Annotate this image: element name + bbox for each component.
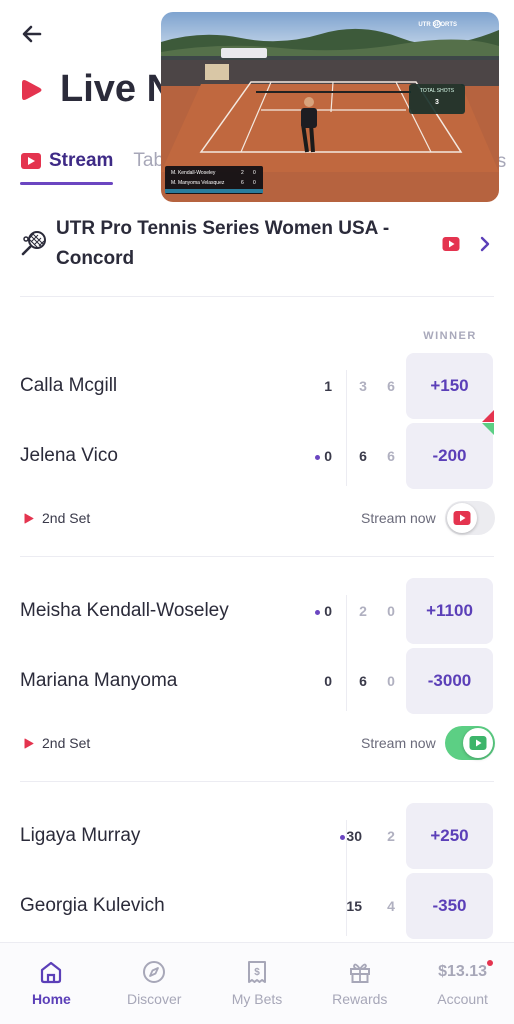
odds-button[interactable]: -200 (406, 423, 493, 489)
nav-my-bets[interactable]: $ My Bets (206, 943, 309, 1024)
video-player[interactable]: TOTAL SHOTS 3 UTR SPORTS M. Kendall-Wose… (161, 12, 499, 202)
stream-toggle[interactable] (445, 726, 495, 760)
scoreboard-points-1: 0 (253, 170, 256, 176)
set-score: 6 (387, 378, 395, 394)
point-score: 30 (322, 828, 362, 844)
stream-tv-icon[interactable] (442, 236, 460, 252)
tab-table-label: Tab (133, 150, 165, 171)
odds-button[interactable]: +1100 (406, 578, 493, 644)
set-score: 2 (387, 828, 395, 844)
tab-stream[interactable]: Stream (20, 140, 114, 185)
score-divider (346, 370, 347, 486)
stream-tv-icon (469, 736, 487, 750)
nav-account-label: Account (437, 991, 488, 1007)
set-score: 6 (359, 673, 367, 689)
nav-account[interactable]: $13.13 Account (411, 943, 514, 1024)
stream-tv-icon (21, 153, 41, 169)
player-name: Calla Mcgill (20, 375, 118, 396)
set-score: 6 (359, 448, 367, 464)
tournament-header[interactable]: UTR Pro Tennis Series Women USA - Concor… (20, 214, 494, 274)
set-score: 2 (359, 603, 367, 619)
match-status-label: 2nd Set (42, 735, 91, 751)
match-status: 2nd Set (24, 735, 90, 751)
toggle-knob (463, 728, 493, 758)
nav-discover[interactable]: Discover (103, 943, 206, 1024)
point-score: 0 (292, 603, 332, 619)
live-play-icon (24, 738, 34, 748)
stream-now-label: Stream now (361, 510, 436, 526)
serving-indicator (340, 834, 346, 840)
total-shots-label: TOTAL SHOTS (420, 88, 455, 94)
set-score: 3 (359, 378, 367, 394)
toggle-knob (447, 503, 477, 533)
chevron-right-icon[interactable] (478, 235, 492, 253)
player-name: Mariana Manyoma (20, 670, 178, 691)
live-play-icon (24, 513, 34, 523)
odds-button[interactable]: -3000 (406, 648, 493, 714)
winner-column-header: WINNER (423, 330, 477, 342)
odds-button[interactable]: -350 (406, 873, 493, 939)
point-score: 0 (292, 448, 332, 464)
stream-toggle[interactable] (445, 501, 495, 535)
nav-rewards[interactable]: Rewards (308, 943, 411, 1024)
tournament-name: UTR Pro Tennis Series Women USA - Concor… (56, 218, 390, 269)
odds-button[interactable]: +150 (406, 353, 493, 419)
total-shots-value: 3 (435, 99, 439, 106)
gift-icon (349, 963, 370, 983)
tennis-court-video-frame: TOTAL SHOTS 3 UTR SPORTS M. Kendall-Wose… (161, 12, 499, 202)
tab-bar: Stream Tab (20, 136, 184, 185)
set-score: 0 (387, 673, 395, 689)
point-score: 15 (346, 898, 362, 914)
live-play-icon (22, 79, 42, 100)
page-title: Live N (60, 68, 175, 110)
scoreboard-player-2: M. Manyoma Velasquez (171, 180, 225, 186)
notification-dot (487, 960, 494, 966)
nav-my-bets-label: My Bets (231, 991, 283, 1007)
score-divider (346, 595, 347, 711)
nav-discover-label: Discover (126, 991, 182, 1007)
match-status: 2nd Set (24, 510, 90, 526)
divider (20, 556, 494, 557)
serving-indicator (315, 609, 321, 615)
match-status-label: 2nd Set (42, 510, 91, 526)
nav-home-label: Home (31, 991, 71, 1007)
player-name: Georgia Kulevich (20, 895, 165, 916)
tennis-racket-icon (21, 231, 46, 256)
score-divider (346, 820, 347, 936)
tab-table[interactable]: Tab (133, 140, 164, 182)
odds-up-indicator-icon (482, 423, 494, 435)
tab-stream-label: Stream (49, 150, 114, 171)
set-score: 0 (387, 603, 395, 619)
compass-icon (143, 961, 166, 983)
set-score: 4 (387, 898, 395, 914)
svg-text:$: $ (254, 967, 260, 978)
player-name: Meisha Kendall-Woseley (20, 600, 229, 621)
home-icon (41, 961, 62, 984)
point-score: 0 (324, 673, 332, 689)
player-name: Ligaya Murray (20, 825, 141, 846)
odds-button[interactable]: +250 (406, 803, 493, 869)
point-score: 1 (324, 378, 332, 394)
nav-rewards-label: Rewards (332, 991, 388, 1007)
set-score: 6 (387, 448, 395, 464)
title-row: Live N (20, 68, 174, 111)
stream-now-label: Stream now (361, 735, 436, 751)
odds-down-indicator-icon (482, 410, 494, 422)
bet-slip-icon: $ (247, 961, 266, 983)
back-arrow-icon[interactable] (18, 20, 46, 48)
scoreboard-games-2: 6 (241, 180, 244, 186)
account-balance: $13.13 (438, 959, 494, 985)
nav-home[interactable]: Home (0, 943, 103, 1024)
divider (20, 296, 494, 297)
divider (20, 781, 494, 782)
scoreboard-points-2: 0 (253, 180, 256, 186)
bottom-navigation: Home Discover $ My Bets Rewards $13.13 A… (0, 942, 514, 1024)
scoreboard-games-1: 2 (241, 170, 244, 176)
player-name: Jelena Vico (20, 445, 118, 466)
stream-tv-icon (453, 511, 471, 525)
serving-indicator (315, 454, 321, 460)
scoreboard-player-1: M. Kendall-Woseley (171, 170, 216, 176)
